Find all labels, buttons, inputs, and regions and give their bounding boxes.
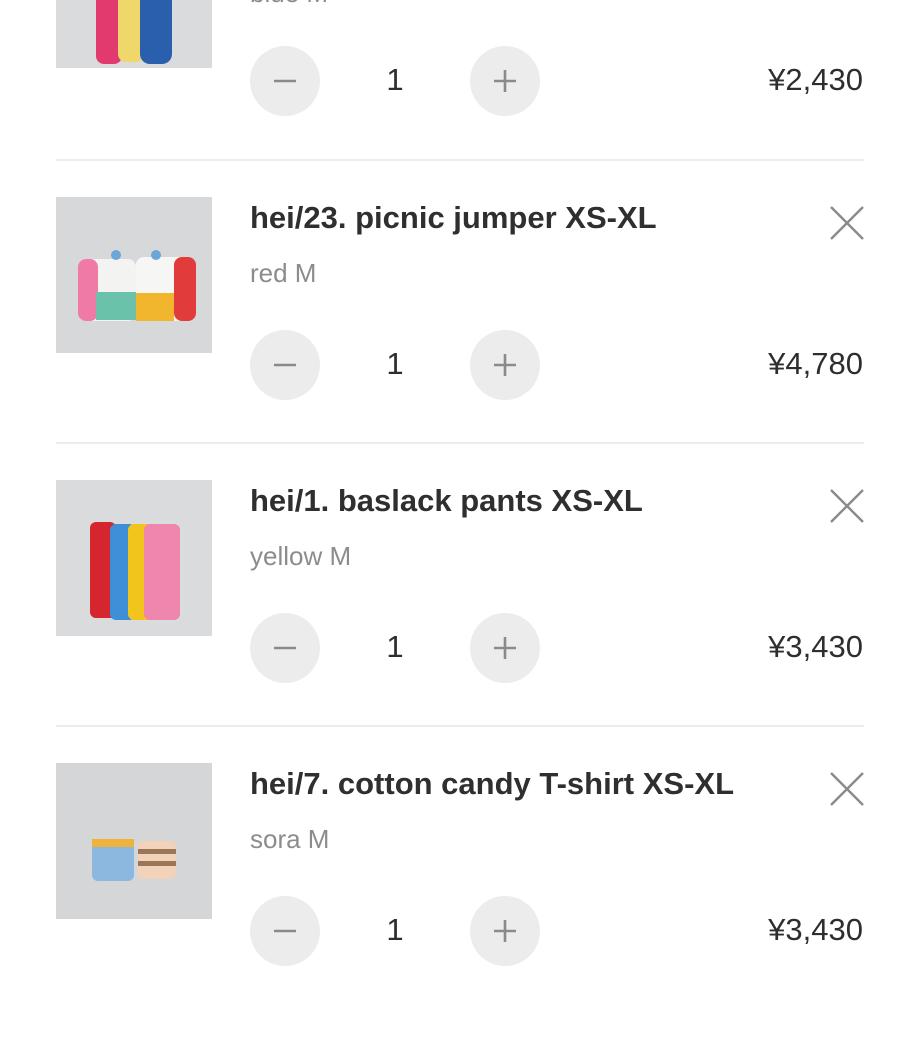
decrease-quantity-button[interactable]	[250, 330, 320, 400]
close-icon	[830, 489, 864, 523]
increase-quantity-button[interactable]	[470, 613, 540, 683]
quantity-value: 1	[386, 629, 404, 664]
product-photo	[56, 763, 212, 919]
product-photo	[56, 197, 212, 353]
increase-quantity-button[interactable]	[470, 330, 540, 400]
decrease-quantity-button[interactable]	[250, 46, 320, 116]
cart-item: hei/1. baslack pants XS-XL yellow M 1 ¥3…	[0, 479, 920, 763]
plus-icon	[494, 70, 516, 92]
divider	[56, 442, 864, 444]
item-price: ¥3,430	[768, 629, 863, 664]
cart-item: blue M 1 ¥2,430	[0, 0, 920, 161]
quantity-value: 1	[386, 62, 404, 97]
remove-item-button[interactable]	[828, 487, 866, 525]
product-image[interactable]	[56, 480, 212, 636]
minus-icon	[274, 79, 296, 83]
item-price: ¥4,780	[768, 346, 863, 381]
cart-item: hei/7. cotton candy T-shirt XS-XL sora M…	[0, 762, 920, 1046]
increase-quantity-button[interactable]	[470, 46, 540, 116]
minus-icon	[274, 646, 296, 650]
quantity-value: 1	[386, 912, 404, 947]
product-title: hei/7. cotton candy T-shirt XS-XL	[250, 766, 735, 801]
product-variant: blue M	[250, 0, 328, 9]
increase-quantity-button[interactable]	[470, 896, 540, 966]
product-photo	[56, 480, 212, 636]
close-icon	[830, 206, 864, 240]
product-image[interactable]	[56, 763, 212, 919]
product-variant: red M	[250, 258, 317, 288]
product-title: hei/23. picnic jumper XS-XL	[250, 200, 657, 235]
close-icon	[830, 772, 864, 806]
divider	[56, 725, 864, 727]
cart-item: hei/23. picnic jumper XS-XL red M 1 ¥4,7…	[0, 196, 920, 480]
plus-icon	[494, 920, 516, 942]
product-image[interactable]	[56, 197, 212, 353]
divider	[56, 159, 864, 161]
remove-item-button[interactable]	[828, 770, 866, 808]
quantity-value: 1	[386, 346, 404, 381]
product-title: hei/1. baslack pants XS-XL	[250, 483, 643, 518]
product-image[interactable]	[56, 0, 212, 68]
remove-item-button[interactable]	[828, 204, 866, 242]
item-price: ¥2,430	[768, 62, 863, 97]
item-price: ¥3,430	[768, 912, 863, 947]
decrease-quantity-button[interactable]	[250, 896, 320, 966]
product-variant: sora M	[250, 824, 330, 854]
product-variant: yellow M	[250, 541, 352, 571]
minus-icon	[274, 363, 296, 367]
plus-icon	[494, 637, 516, 659]
plus-icon	[494, 354, 516, 376]
product-photo	[56, 0, 212, 68]
decrease-quantity-button[interactable]	[250, 613, 320, 683]
minus-icon	[274, 929, 296, 933]
